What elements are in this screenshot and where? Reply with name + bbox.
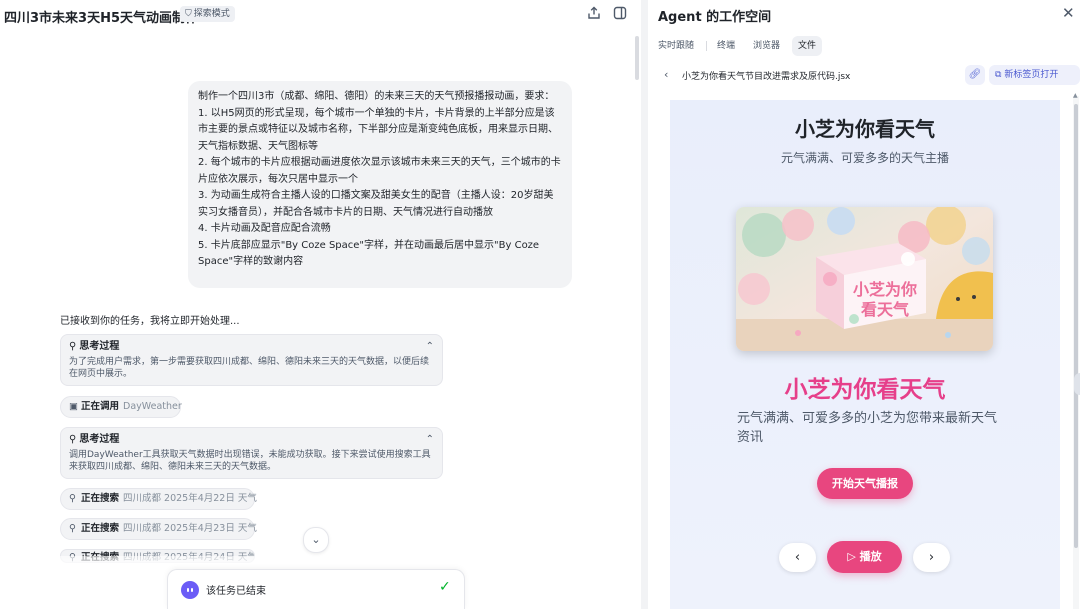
svg-text:看天气: 看天气	[860, 300, 909, 319]
workspace-panel: Agent 的工作空间 ✕ 实时跟随 终端 浏览器 文件 ‹ 小芝为你看天气节目…	[648, 0, 1080, 609]
play-button[interactable]: ▷ 播放	[827, 541, 902, 573]
shield-icon: ⛉	[185, 9, 192, 19]
search-icon: ⚲	[69, 523, 76, 534]
hero-image: 小芝为你 看天气	[736, 207, 993, 351]
search-query: 四川成都 2025年4月22日 天气	[123, 493, 257, 504]
search-query: 四川成都 2025年4月23日 天气	[123, 523, 257, 534]
message-line: 4. 卡片动画及配音应配合流畅	[198, 223, 331, 234]
search-verb: 正在搜索	[81, 523, 120, 534]
scroll-down-button[interactable]: ⌄	[303, 527, 329, 553]
sidebar-toggle-icon[interactable]	[612, 5, 628, 21]
search-pill[interactable]: ⚲ 正在搜索 四川成都 2025年4月22日 天气	[60, 488, 257, 510]
search-pill[interactable]: ⚲ 正在搜索 四川成都 2025年4月23日 天气	[60, 518, 257, 540]
thinking-title: 思考过程	[79, 341, 120, 352]
message-line: 5. 卡片底部应显示"By Coze Space"字样，并在动画最后居中显示"B…	[198, 239, 540, 268]
chevron-left-icon: ‹	[794, 550, 801, 565]
tab-browser[interactable]: 浏览器	[753, 36, 780, 56]
prev-button[interactable]: ‹	[779, 543, 816, 572]
message-line: 2. 每个城市的卡片应根据动画进度依次显示该城市未来三天的天气，三个城市的卡片应…	[198, 157, 561, 185]
thinking-title: 思考过程	[79, 434, 120, 445]
tab-separator	[706, 41, 707, 51]
workspace-title: Agent 的工作空间	[658, 10, 772, 25]
tool-icon: ▣	[69, 401, 78, 412]
message-line: 制作一个四川3市（成都、绵阳、德阳）的未来三天的天气预报播报动画，要求：	[198, 91, 555, 102]
open-new-tab-label: 新标签页打开	[1004, 70, 1059, 80]
thinking-card[interactable]: ⚲ 思考过程 ⌃ 调用DayWeather工具获取天气数据时出现错误，未能成功获取…	[60, 427, 443, 479]
file-name: 小芝为你看天气节目改进需求及原代码.jsx	[682, 72, 851, 82]
svg-text:小芝为你: 小芝为你	[853, 280, 917, 299]
panel-divider[interactable]	[641, 0, 648, 609]
task-status-text: 该任务已结束	[206, 586, 266, 597]
thinking-header[interactable]: ⚲ 思考过程 ⌃	[69, 433, 434, 447]
next-button[interactable]: ›	[913, 543, 950, 572]
share-icon[interactable]	[586, 5, 602, 21]
tool-call-verb: 正在调用	[81, 401, 120, 412]
tab-realtime[interactable]: 实时跟随	[658, 36, 694, 56]
close-icon[interactable]: ✕	[1062, 4, 1075, 22]
user-message: 制作一个四川3市（成都、绵阳、德阳）的未来三天的天气预报播报动画，要求： 1. …	[188, 81, 572, 288]
task-status-bar: 该任务已结束 ✓	[167, 569, 465, 609]
file-preview: 小芝为你看天气 元气满满、可爱多多的天气主播 小芝为你 看天气 小芝为你看天气 …	[670, 100, 1060, 609]
lightbulb-icon: ⚲	[69, 434, 77, 445]
agent-avatar-icon	[181, 581, 199, 599]
app-subtitle: 元气满满、可爱多多的天气主播	[780, 151, 949, 165]
check-icon: ✓	[439, 579, 451, 595]
open-new-tab-button[interactable]: ⧉ 新标签页打开	[989, 65, 1080, 85]
thinking-card[interactable]: ⚲ 思考过程 ⌃ 为了完成用户需求，第一步需要获取四川成都、绵阳、德阳未来三天的天…	[60, 334, 443, 386]
search-icon: ⚲	[69, 493, 76, 504]
thinking-body: 调用DayWeather工具获取天气数据时出现错误，未能成功获取。接下来尝试使用…	[69, 450, 431, 472]
link-icon: 🔗︎	[968, 69, 982, 80]
chevron-left-icon[interactable]: ‹	[664, 68, 668, 81]
thinking-body: 为了完成用户需求，第一步需要获取四川成都、绵阳、德阳未来三天的天气数据，以便后续…	[69, 357, 430, 379]
chat-panel: 四川3市未来3天H5天气动画制作 ⛉ 探索模式 制作一个四川3市（成都、绵阳、德阳…	[0, 0, 641, 609]
mode-badge: ⛉ 探索模式	[180, 6, 235, 22]
collapse-handle[interactable]	[1074, 373, 1080, 395]
assistant-ack: 已接收到你的任务，我将立即开始处理...	[60, 316, 240, 327]
city-description: 元气满满、可爱多多的小芝为您带来最新天气资讯	[737, 411, 998, 445]
preview-scrollbar-thumb[interactable]	[1074, 104, 1078, 548]
tool-call-pill[interactable]: ▣ 正在调用 DayWeather	[60, 396, 182, 418]
external-link-icon: ⧉	[995, 70, 1002, 80]
tool-call-arg: DayWeather	[123, 401, 182, 412]
thinking-header[interactable]: ⚲ 思考过程 ⌃	[69, 340, 434, 354]
tab-files[interactable]: 文件	[792, 36, 823, 56]
chevron-up-icon[interactable]: ⌃	[426, 433, 434, 447]
chat-scrollbar[interactable]	[635, 36, 639, 80]
lightbulb-icon: ⚲	[69, 341, 77, 352]
start-broadcast-button[interactable]: 开始天气播报	[817, 468, 913, 499]
message-line: 1. 以H5网页的形式呈现，每个城市一个单独的卡片，卡片背景的上半部分应是该市主…	[198, 107, 558, 152]
chevron-right-icon: ›	[928, 550, 935, 565]
chat-title: 四川3市未来3天H5天气动画制作	[4, 11, 199, 26]
message-line: 3. 为动画生成符合主播人设的口播文案及甜美女生的配音（主播人设：20岁甜美实习…	[198, 190, 554, 218]
play-label: 播放	[859, 550, 882, 563]
link-button[interactable]: 🔗︎	[965, 65, 985, 85]
chevron-up-icon[interactable]: ⌃	[426, 340, 434, 354]
scroll-up-arrow-icon[interactable]: ▲	[1073, 92, 1078, 99]
mode-badge-label: 探索模式	[193, 9, 230, 19]
tab-terminal[interactable]: 终端	[717, 36, 735, 56]
chevron-down-icon: ⌄	[311, 533, 321, 546]
play-icon: ▷	[847, 550, 856, 563]
search-verb: 正在搜索	[81, 493, 120, 504]
city-name: 小芝为你看天气	[784, 377, 946, 403]
app-title: 小芝为你看天气	[795, 117, 935, 141]
